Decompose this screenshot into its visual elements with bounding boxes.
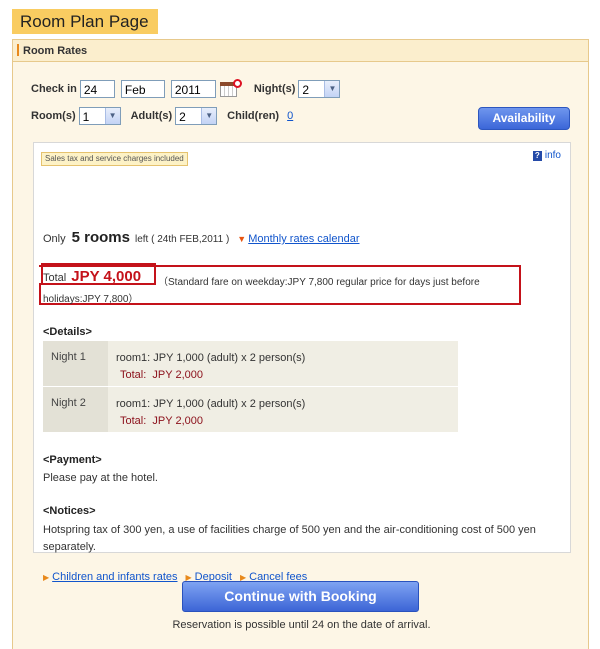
rooms-select[interactable]: 1 ▼ bbox=[78, 107, 121, 125]
night-total-label: Total: bbox=[120, 369, 147, 381]
total-price: JPY 4,000 bbox=[71, 268, 142, 285]
payment-heading: <Payment> bbox=[43, 454, 102, 466]
night-info: room1: JPY 1,000 (adult) x 2 person(s) T… bbox=[108, 387, 305, 432]
guests-row: Room(s) 1 ▼ Adult(s) 2 ▼ Child(ren) 0 bbox=[31, 107, 293, 125]
children-label: Child(ren) bbox=[227, 110, 280, 122]
chevron-down-icon: ▼ bbox=[324, 81, 340, 97]
info-link[interactable]: ? info bbox=[532, 150, 561, 161]
night-row-2: Night 2 room1: JPY 1,000 (adult) x 2 per… bbox=[43, 387, 458, 433]
night-total: Total: JPY 2,000 bbox=[116, 413, 305, 430]
night-label: Night 2 bbox=[43, 387, 108, 432]
standard-fare-text-2: holidays:JPY 7,800） bbox=[43, 294, 139, 305]
adults-label: Adult(s) bbox=[130, 110, 173, 122]
reservation-note: Reservation is possible until 24 on the … bbox=[172, 619, 431, 631]
total-line: Total JPY 4,000 bbox=[43, 268, 141, 285]
children-count-link[interactable]: 0 bbox=[287, 110, 293, 122]
checkin-day-input[interactable]: 24 bbox=[79, 80, 115, 98]
children-rates-label: Children and infants rates bbox=[52, 571, 178, 583]
nights-value: 2 bbox=[302, 83, 310, 97]
adults-value: 2 bbox=[179, 110, 186, 124]
checkin-row: Check in 24 Feb 2011 Night(s) 2 ▼ bbox=[31, 79, 341, 98]
night-row-1: Night 1 room1: JPY 1,000 (adult) x 2 per… bbox=[43, 341, 458, 387]
nights-label: Night(s) bbox=[253, 83, 296, 95]
triangle-right-icon: ▶ bbox=[43, 572, 50, 582]
night-info: room1: JPY 1,000 (adult) x 2 person(s) T… bbox=[108, 341, 305, 386]
rooms-label: Room(s) bbox=[31, 110, 76, 122]
night-label: Night 1 bbox=[43, 341, 108, 386]
availability-button[interactable]: Availability bbox=[478, 107, 570, 130]
rooms-value: 1 bbox=[82, 110, 90, 124]
tax-notice: Sales tax and service charges included bbox=[41, 152, 188, 166]
nights-select[interactable]: 2 ▼ bbox=[298, 80, 341, 98]
panel-header: Room Rates bbox=[13, 40, 588, 62]
total-label: Total bbox=[43, 272, 67, 284]
chevron-down-icon: ▼ bbox=[104, 108, 120, 124]
night-total-value: JPY 2,000 bbox=[152, 369, 203, 381]
checkin-label: Check in bbox=[31, 83, 77, 95]
triangle-down-icon: ▼ bbox=[237, 234, 247, 244]
info-label: info bbox=[544, 150, 561, 161]
details-heading: <Details> bbox=[43, 326, 92, 338]
chevron-down-icon: ▼ bbox=[201, 108, 217, 124]
plan-details-box: Sales tax and service charges included ?… bbox=[33, 142, 571, 583]
notices-text-1: Hotspring tax of 300 yen, a use of facil… bbox=[43, 524, 536, 536]
page-label: Room Plan Page bbox=[12, 9, 158, 34]
checkin-month-input[interactable]: Feb bbox=[120, 80, 165, 98]
rooms-left-count: 5 rooms bbox=[71, 229, 130, 246]
notices-text-2: separately. bbox=[43, 541, 96, 553]
payment-text: Please pay at the hotel. bbox=[43, 472, 158, 484]
panel-title: Room Rates bbox=[23, 45, 88, 57]
rooms-left-date: left ( 24th FEB,2011 ) bbox=[134, 234, 230, 245]
adults-select[interactable]: 2 ▼ bbox=[175, 107, 218, 125]
children-rates-link[interactable]: ▶ Children and infants rates bbox=[43, 571, 178, 583]
night-total: Total: JPY 2,000 bbox=[116, 367, 305, 384]
room-rates-panel: Room Rates Check in 24 Feb 2011 Night(s)… bbox=[12, 39, 589, 649]
night-detail: room1: JPY 1,000 (adult) x 2 person(s) bbox=[116, 352, 306, 364]
night-detail: room1: JPY 1,000 (adult) x 2 person(s) bbox=[116, 398, 306, 410]
availability-line: Only 5 rooms left ( 24th FEB,2011 ) ▼ Mo… bbox=[43, 229, 360, 246]
notices-heading: <Notices> bbox=[43, 505, 96, 517]
night-total-value: JPY 2,000 bbox=[152, 415, 203, 427]
continue-booking-button[interactable]: Continue with Booking bbox=[182, 581, 419, 612]
night-total-label: Total: bbox=[120, 415, 147, 427]
info-icon: ? bbox=[532, 150, 542, 161]
availability-prefix: Only bbox=[43, 233, 66, 245]
details-table: Night 1 room1: JPY 1,000 (adult) x 2 per… bbox=[43, 341, 458, 433]
checkin-year-input[interactable]: 2011 bbox=[170, 80, 216, 98]
header-accent-bar bbox=[17, 44, 19, 56]
monthly-calendar-link[interactable]: Monthly rates calendar bbox=[248, 233, 359, 245]
standard-fare-text: （Standard fare on weekday:JPY 7,800 regu… bbox=[158, 277, 480, 288]
calendar-icon[interactable] bbox=[219, 79, 242, 98]
